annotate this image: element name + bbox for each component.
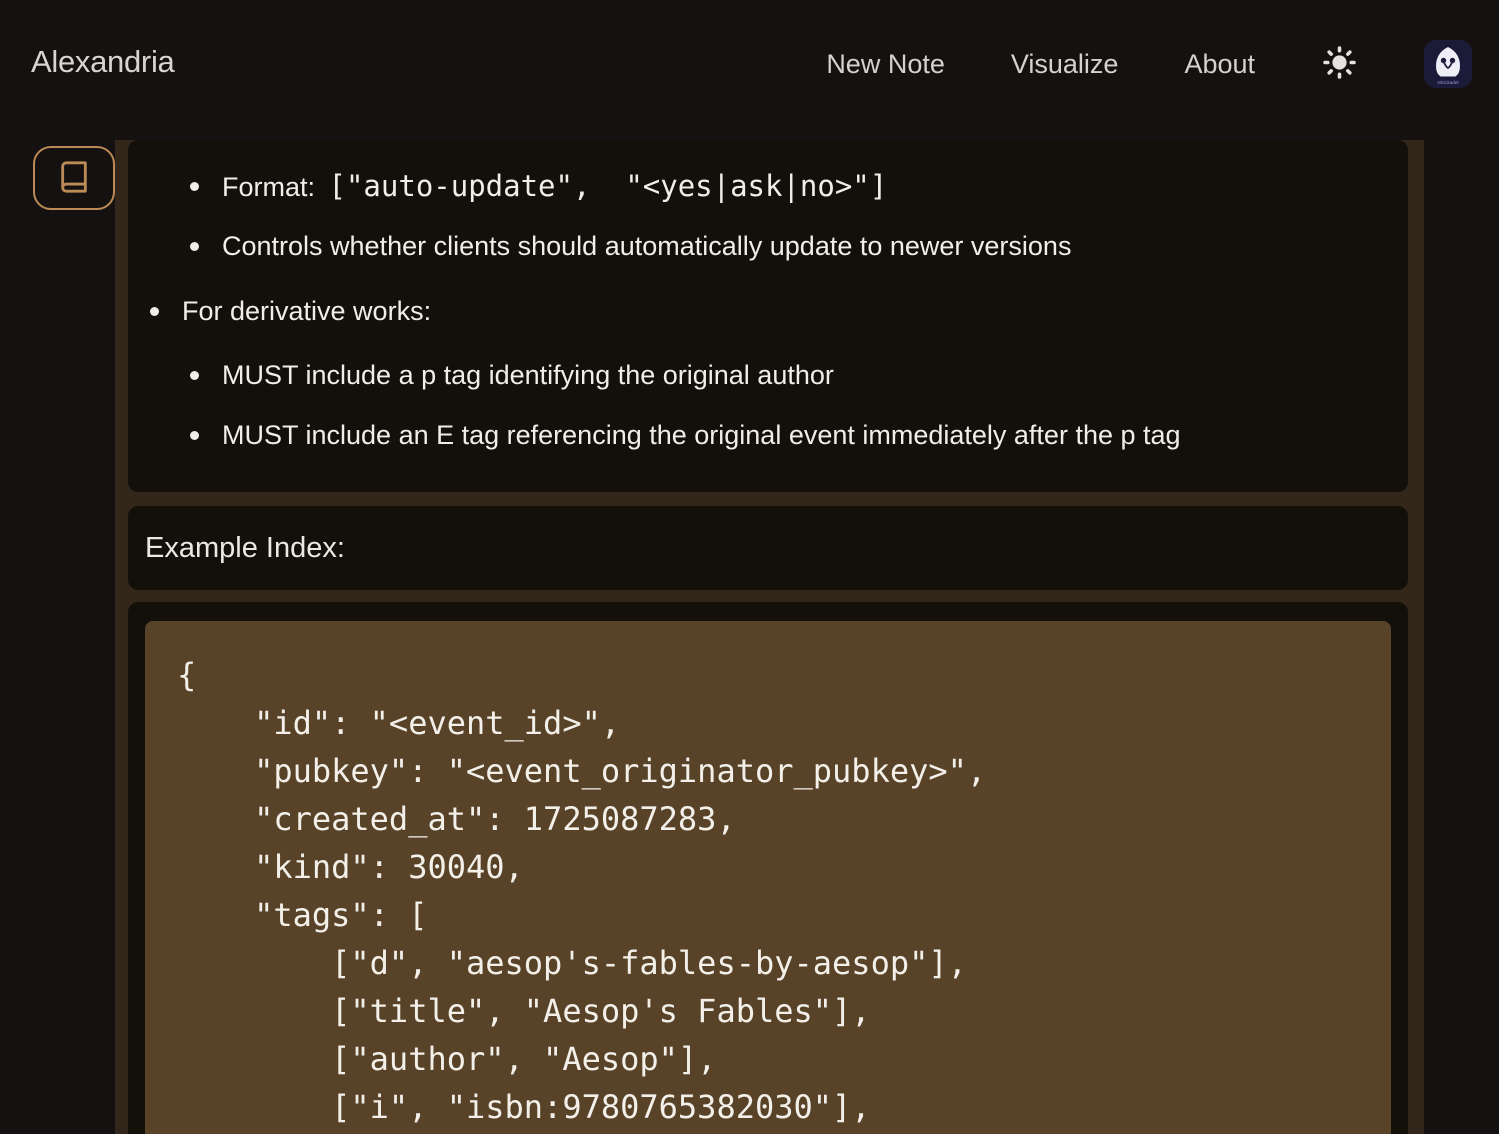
spec-list-card: Format: ["auto-update", "<yes|ask|no>"] C…: [128, 140, 1408, 492]
list-item: Format: ["auto-update", "<yes|ask|no>"]: [128, 166, 1408, 206]
app-title[interactable]: Alexandria: [31, 44, 174, 80]
json-code-container: { "id": "<event_id>", "pubkey": "<event_…: [145, 621, 1391, 1134]
list-item-text: For derivative works:: [182, 296, 431, 327]
toc-toggle-button[interactable]: [33, 146, 115, 210]
example-index-card: Example Index:: [128, 506, 1408, 590]
doc-list: Format: ["auto-update", "<yes|ask|no>"] C…: [128, 140, 1408, 455]
book-icon: [57, 160, 91, 197]
list-item: MUST include a p tag identifying the ori…: [128, 355, 1408, 395]
list-item-text: Format: ["auto-update", "<yes|ask|no>"]: [222, 169, 887, 203]
list-item-text: Controls whether clients should automati…: [222, 231, 1071, 262]
bullet-icon: [190, 371, 199, 380]
bullet-icon: [190, 182, 199, 191]
logo-caption: GitCitadel: [1437, 80, 1458, 86]
nav-new-note[interactable]: New Note: [826, 49, 945, 80]
top-nav: New Note Visualize About: [826, 36, 1472, 92]
bullet-icon: [190, 242, 199, 251]
sun-icon: [1321, 44, 1358, 84]
inline-code: ["auto-update", "<yes|ask|no>"]: [329, 169, 888, 203]
gitcitadel-logo[interactable]: GitCitadel: [1424, 40, 1472, 88]
example-index-label: Example Index:: [145, 532, 345, 565]
list-item-text: MUST include an E tag referencing the or…: [222, 420, 1181, 451]
list-item-text: MUST include a p tag identifying the ori…: [222, 360, 834, 391]
code-block: { "id": "<event_id>", "pubkey": "<event_…: [177, 651, 1359, 1131]
list-item: For derivative works:: [128, 291, 1408, 331]
list-item: MUST include an E tag referencing the or…: [128, 415, 1408, 455]
nav-about[interactable]: About: [1184, 49, 1255, 80]
list-item: Controls whether clients should automati…: [128, 226, 1408, 266]
theme-toggle-button[interactable]: [1321, 44, 1358, 84]
app-header: Alexandria New Note Visualize About: [0, 0, 1499, 140]
bullet-icon: [190, 431, 199, 440]
code-card: { "id": "<event_id>", "pubkey": "<event_…: [128, 602, 1408, 1134]
nav-visualize[interactable]: Visualize: [1011, 49, 1119, 80]
content-panel: Format: ["auto-update", "<yes|ask|no>"] C…: [115, 140, 1424, 1134]
bullet-icon: [150, 307, 159, 316]
